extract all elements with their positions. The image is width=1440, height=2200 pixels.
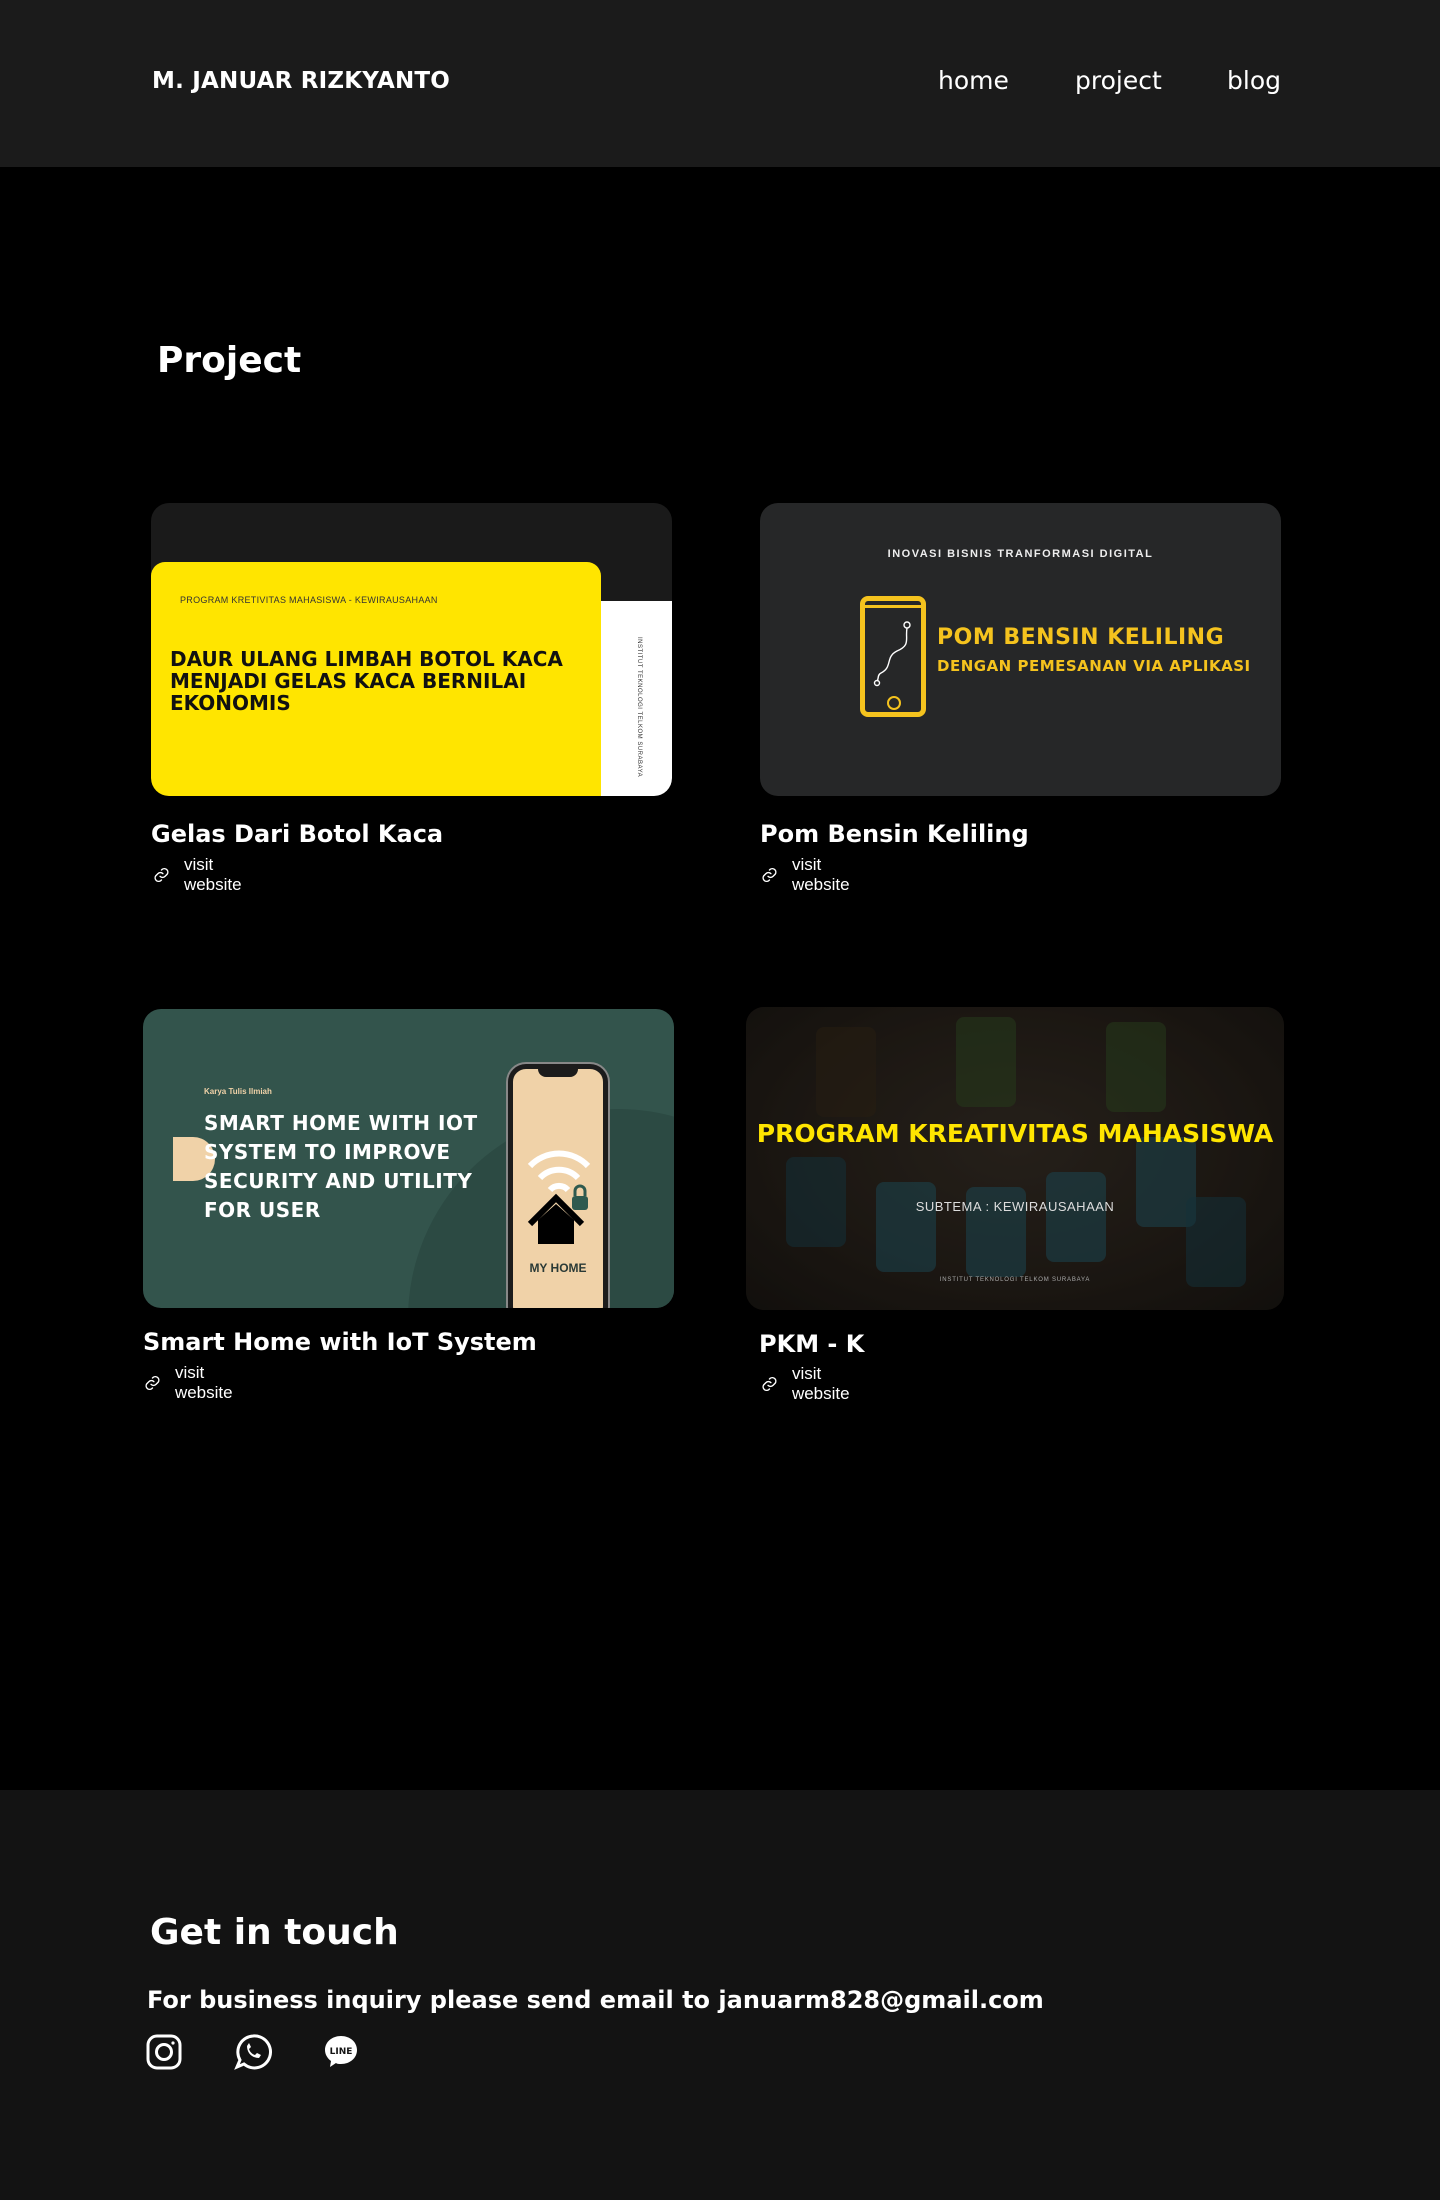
project-thumbnail[interactable]: INSTITUT TEKNOLOGI TELKOM SURABAYA PROGR… <box>151 503 672 796</box>
brand-name[interactable]: M. JANUAR RIZKYANTO <box>152 68 450 94</box>
section-title: Project <box>157 340 302 381</box>
nav-home[interactable]: home <box>938 66 1009 95</box>
thumb-kicker: INOVASI BISNIS TRANFORMASI DIGITAL <box>887 548 1154 560</box>
thumb-kicker: PROGRAM KRETIVITAS MAHASISWA - KEWIRAUSA… <box>180 595 438 605</box>
phone-mockup: MY HOME <box>508 1064 608 1308</box>
link-icon <box>762 1376 777 1392</box>
visit-website-link[interactable]: visit website <box>144 1363 240 1403</box>
phone-icon <box>860 596 926 717</box>
thumb-subheadline: DENGAN PEMESANAN VIA APLIKASI <box>937 657 1251 675</box>
thumb-footer: INSTITUT TEKNOLOGI TELKOM SURABAYA <box>939 1277 1091 1283</box>
instagram-icon <box>146 2034 182 2070</box>
whatsapp-link[interactable] <box>234 2033 274 2073</box>
project-thumbnail[interactable]: INOVASI BISNIS TRANFORMASI DIGITAL POM B… <box>760 503 1281 796</box>
link-label: visit website <box>791 855 850 894</box>
link-icon <box>762 867 777 883</box>
project-thumbnail[interactable]: PROGRAM KREATIVITAS MAHASISWA SUBTEMA : … <box>746 1007 1284 1310</box>
line-link[interactable]: LINE <box>322 2033 362 2073</box>
thumb-headline: PROGRAM KREATIVITAS MAHASISWA <box>756 1119 1274 1148</box>
instagram-link[interactable] <box>146 2033 186 2073</box>
visit-website-link[interactable]: visit website <box>761 855 857 895</box>
nav-blog[interactable]: blog <box>1227 66 1281 95</box>
project-title: Gelas Dari Botol Kaca <box>151 820 444 848</box>
thumb-headline: POM BENSIN KELILING <box>937 625 1225 650</box>
nav-project[interactable]: project <box>1075 66 1162 95</box>
footer-title: Get in touch <box>150 1912 399 1953</box>
thumb-subheadline: SUBTEMA : KEWIRAUSAHAAN <box>915 1199 1115 1214</box>
project-title: Smart Home with IoT System <box>143 1328 537 1356</box>
svg-text:LINE: LINE <box>330 2047 353 2057</box>
project-thumbnail[interactable]: Karya Tulis Ilmiah SMART HOME WITH IOT S… <box>143 1009 674 1308</box>
link-label: visit website <box>791 1364 850 1403</box>
line-icon: LINE <box>325 2036 357 2067</box>
project-title: PKM - K <box>759 1330 865 1358</box>
thumb-headline: DAUR ULANG LIMBAH BOTOL KACA MENJADI GEL… <box>170 647 563 715</box>
thumb-kicker: Karya Tulis Ilmiah <box>204 1087 272 1096</box>
project-title: Pom Bensin Keliling <box>760 820 1029 848</box>
home-lock-icon <box>527 1150 591 1244</box>
whatsapp-icon <box>234 2034 272 2070</box>
link-icon <box>145 1375 160 1391</box>
visit-website-link[interactable]: visit website <box>153 855 249 895</box>
visit-website-link[interactable]: visit website <box>761 1364 857 1404</box>
thumb-headline: SMART HOME WITH IOT SYSTEM TO IMPROVE SE… <box>204 1111 478 1222</box>
site-footer: Get in touch For business inquiry please… <box>0 1790 1440 2200</box>
site-header: M. JANUAR RIZKYANTO home project blog <box>0 0 1440 167</box>
link-label: visit website <box>174 1363 233 1402</box>
phone-label: MY HOME <box>529 1261 587 1275</box>
link-icon <box>154 867 169 883</box>
link-label: visit website <box>183 855 242 894</box>
contact-text: For business inquiry please send email t… <box>147 1986 1044 2014</box>
